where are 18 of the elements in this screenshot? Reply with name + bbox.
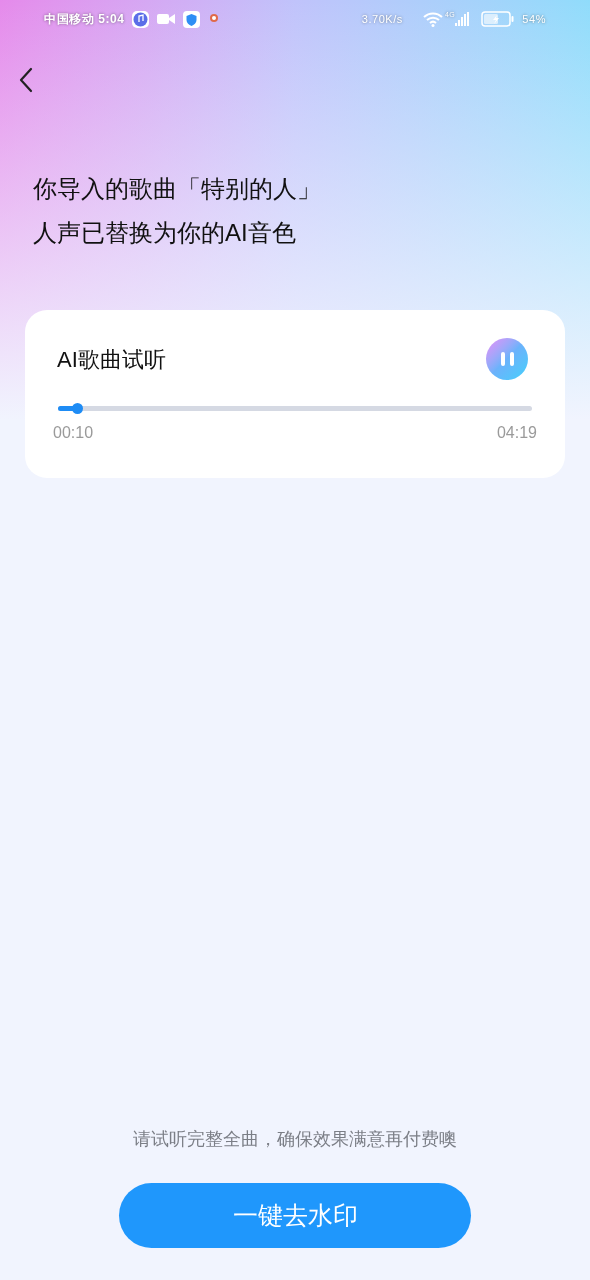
pause-button[interactable] [486,338,528,380]
battery-percent-text: 54% [522,11,546,27]
clock-text: 5:04 [98,11,125,28]
progress-thumb[interactable] [71,403,83,414]
network-speed-text: 3.70K/s [361,11,403,27]
battery-icon [481,11,515,27]
remove-watermark-button[interactable]: 一键去水印 [119,1183,471,1248]
signal-icon [455,12,470,26]
wifi-icon [422,11,443,27]
carrier-text: 中国移动 [44,11,95,28]
player-title: AI歌曲试听 [57,345,166,374]
heading-line: 人声已替换为你的AI音色 [33,218,297,248]
total-time: 04:19 [496,423,537,443]
video-camera-icon [157,13,176,25]
notice-text: 请试听完整全曲，确保效果满意再付费噢 [132,1128,458,1151]
heading-line: 你导入的歌曲「特别的人」 [33,174,322,204]
back-icon[interactable] [18,67,34,93]
elapsed-time: 00:10 [53,423,94,443]
